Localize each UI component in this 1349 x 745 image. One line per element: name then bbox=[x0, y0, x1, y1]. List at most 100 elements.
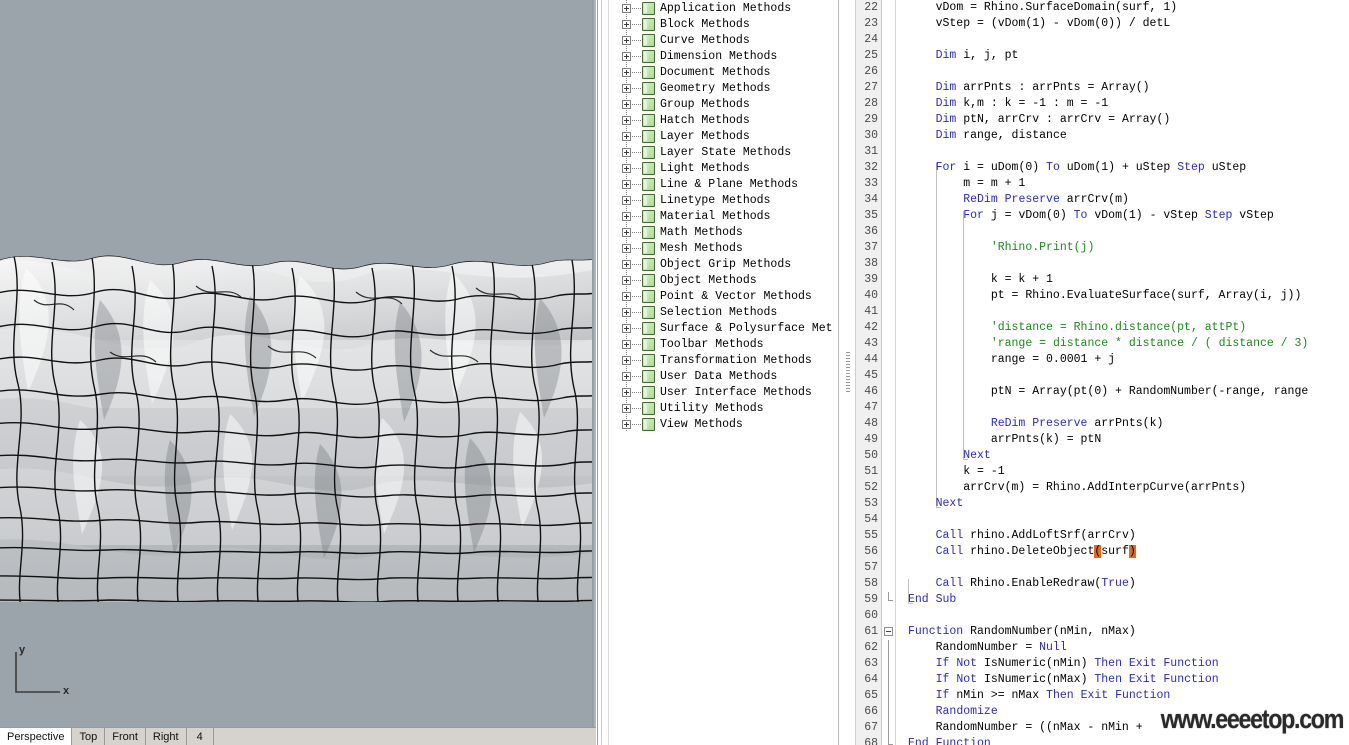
code-line[interactable]: 'range = distance * distance / ( distanc… bbox=[896, 336, 1349, 352]
code-line[interactable]: ReDim Preserve arrCrv(m) bbox=[896, 192, 1349, 208]
code-line[interactable] bbox=[896, 368, 1349, 384]
code-line[interactable]: arrPnts(k) = ptN bbox=[896, 432, 1349, 448]
tree-item-user-data-methods[interactable]: User Data Methods bbox=[616, 368, 838, 384]
code-line[interactable] bbox=[896, 32, 1349, 48]
tree-item-point-vector-methods[interactable]: Point & Vector Methods bbox=[616, 288, 838, 304]
expand-plus-icon[interactable] bbox=[622, 211, 631, 221]
code-line[interactable]: 'distance = Rhino.distance(pt, attPt) bbox=[896, 320, 1349, 336]
code-line[interactable]: For j = vDom(0) To vDom(1) - vStep Step … bbox=[896, 208, 1349, 224]
expand-plus-icon[interactable] bbox=[622, 131, 631, 141]
code-line[interactable]: ptN = Array(pt(0) + RandomNumber(-range,… bbox=[896, 384, 1349, 400]
viewport-tab-right[interactable]: Right bbox=[145, 728, 187, 745]
code-line[interactable] bbox=[896, 400, 1349, 416]
code-line[interactable]: Dim range, distance bbox=[896, 128, 1349, 144]
code-line[interactable] bbox=[896, 224, 1349, 240]
expand-plus-icon[interactable] bbox=[622, 19, 631, 29]
tree-item-toolbar-methods[interactable]: Toolbar Methods bbox=[616, 336, 838, 352]
expand-plus-icon[interactable] bbox=[622, 99, 631, 109]
code-line[interactable]: Dim i, j, pt bbox=[896, 48, 1349, 64]
tree-item-layer-state-methods[interactable]: Layer State Methods bbox=[616, 144, 838, 160]
code-line[interactable] bbox=[896, 256, 1349, 272]
expand-plus-icon[interactable] bbox=[622, 51, 631, 61]
code-line[interactable]: Next bbox=[896, 496, 1349, 512]
viewport-tab-perspective[interactable]: Perspective bbox=[0, 728, 73, 745]
expand-plus-icon[interactable] bbox=[622, 371, 631, 381]
collapse-minus-icon[interactable] bbox=[884, 627, 893, 636]
expand-plus-icon[interactable] bbox=[622, 83, 631, 93]
expand-plus-icon[interactable] bbox=[622, 275, 631, 285]
code-line[interactable]: k = k + 1 bbox=[896, 272, 1349, 288]
code-line[interactable]: vDom = Rhino.SurfaceDomain(surf, 1) bbox=[896, 0, 1349, 16]
tree-item-material-methods[interactable]: Material Methods bbox=[616, 208, 838, 224]
code-line[interactable]: Dim arrPnts : arrPnts = Array() bbox=[896, 80, 1349, 96]
viewport-tab-front[interactable]: Front bbox=[105, 728, 146, 745]
code-line[interactable]: Function RandomNumber(nMin, nMax) bbox=[896, 624, 1349, 640]
expand-plus-icon[interactable] bbox=[622, 419, 631, 429]
expand-plus-icon[interactable] bbox=[622, 147, 631, 157]
tree-item-linetype-methods[interactable]: Linetype Methods bbox=[616, 192, 838, 208]
code-line[interactable]: RandomNumber = Null bbox=[896, 640, 1349, 656]
tree-item-object-methods[interactable]: Object Methods bbox=[616, 272, 838, 288]
tree-item-selection-methods[interactable]: Selection Methods bbox=[616, 304, 838, 320]
code-editor-pane[interactable]: 22 23 24 25 26 27 28 29 30 31 32 33 34 35 36 37 38 39 40 41… bbox=[856, 0, 1349, 745]
code-line[interactable]: pt = Rhino.EvaluateSurface(surf, Array(i… bbox=[896, 288, 1349, 304]
viewport-tab-top[interactable]: Top bbox=[72, 728, 106, 745]
code-line[interactable] bbox=[896, 512, 1349, 528]
code-line[interactable] bbox=[896, 608, 1349, 624]
expand-plus-icon[interactable] bbox=[622, 355, 631, 365]
code-line[interactable]: k = -1 bbox=[896, 464, 1349, 480]
code-line[interactable]: Call rhino.AddLoftSrf(arrCrv) bbox=[896, 528, 1349, 544]
code-line[interactable]: End Function bbox=[896, 736, 1349, 745]
expand-plus-icon[interactable] bbox=[622, 291, 631, 301]
tree-item-line-plane-methods[interactable]: Line & Plane Methods bbox=[616, 176, 838, 192]
expand-plus-icon[interactable] bbox=[622, 323, 631, 333]
expand-plus-icon[interactable] bbox=[622, 179, 631, 189]
code-folding-gutter[interactable] bbox=[882, 0, 896, 745]
expand-plus-icon[interactable] bbox=[622, 67, 631, 77]
viewport-tab-4[interactable]: 4 bbox=[186, 728, 214, 745]
expand-plus-icon[interactable] bbox=[622, 195, 631, 205]
tree-item-dimension-methods[interactable]: Dimension Methods bbox=[616, 48, 838, 64]
expand-plus-icon[interactable] bbox=[622, 35, 631, 45]
tree-item-hatch-methods[interactable]: Hatch Methods bbox=[616, 112, 838, 128]
expand-plus-icon[interactable] bbox=[622, 403, 631, 413]
code-line[interactable] bbox=[896, 64, 1349, 80]
tree-item-group-methods[interactable]: Group Methods bbox=[616, 96, 838, 112]
tree-item-curve-methods[interactable]: Curve Methods bbox=[616, 32, 838, 48]
tree-item-layer-methods[interactable]: Layer Methods bbox=[616, 128, 838, 144]
tree-item-surface-polysurface-met[interactable]: Surface & Polysurface Met bbox=[616, 320, 838, 336]
code-line[interactable]: Dim ptN, arrCrv : arrCrv = Array() bbox=[896, 112, 1349, 128]
tree-item-object-grip-methods[interactable]: Object Grip Methods bbox=[616, 256, 838, 272]
rhinoscript-methods-tree[interactable]: Application Methods Block Methods Curve Me… bbox=[616, 0, 838, 745]
code-text-area[interactable]: vDom = Rhino.SurfaceDomain(surf, 1) vSte… bbox=[896, 0, 1349, 745]
code-line[interactable]: Call Rhino.EnableRedraw(True) bbox=[896, 576, 1349, 592]
expand-plus-icon[interactable] bbox=[622, 163, 631, 173]
code-line[interactable]: m = m + 1 bbox=[896, 176, 1349, 192]
tree-item-user-interface-methods[interactable]: User Interface Methods bbox=[616, 384, 838, 400]
code-line[interactable]: Call rhino.DeleteObject(surf) bbox=[896, 544, 1349, 560]
code-line[interactable]: End Sub bbox=[896, 592, 1349, 608]
tree-item-block-methods[interactable]: Block Methods bbox=[616, 16, 838, 32]
expand-plus-icon[interactable] bbox=[622, 115, 631, 125]
code-line[interactable]: vStep = (vDom(1) - vDom(0)) / detL bbox=[896, 16, 1349, 32]
panel-splitter[interactable] bbox=[838, 0, 856, 745]
code-line[interactable]: 'Rhino.Print(j) bbox=[896, 240, 1349, 256]
code-line[interactable]: ReDim Preserve arrPnts(k) bbox=[896, 416, 1349, 432]
expand-plus-icon[interactable] bbox=[622, 3, 631, 13]
code-line[interactable] bbox=[896, 144, 1349, 160]
code-line[interactable] bbox=[896, 304, 1349, 320]
perspective-viewport-canvas[interactable]: y x bbox=[0, 0, 592, 727]
expand-plus-icon[interactable] bbox=[622, 227, 631, 237]
code-line[interactable]: For i = uDom(0) To uDom(1) + uStep Step … bbox=[896, 160, 1349, 176]
tree-item-mesh-methods[interactable]: Mesh Methods bbox=[616, 240, 838, 256]
tree-item-transformation-methods[interactable]: Transformation Methods bbox=[616, 352, 838, 368]
expand-plus-icon[interactable] bbox=[622, 243, 631, 253]
code-line[interactable]: Next bbox=[896, 448, 1349, 464]
tree-item-math-methods[interactable]: Math Methods bbox=[616, 224, 838, 240]
tree-item-geometry-methods[interactable]: Geometry Methods bbox=[616, 80, 838, 96]
code-line[interactable]: If Not IsNumeric(nMax) Then Exit Functio… bbox=[896, 672, 1349, 688]
code-line[interactable]: arrCrv(m) = Rhino.AddInterpCurve(arrPnts… bbox=[896, 480, 1349, 496]
code-line[interactable]: If Not IsNumeric(nMin) Then Exit Functio… bbox=[896, 656, 1349, 672]
code-line[interactable] bbox=[896, 560, 1349, 576]
expand-plus-icon[interactable] bbox=[622, 259, 631, 269]
